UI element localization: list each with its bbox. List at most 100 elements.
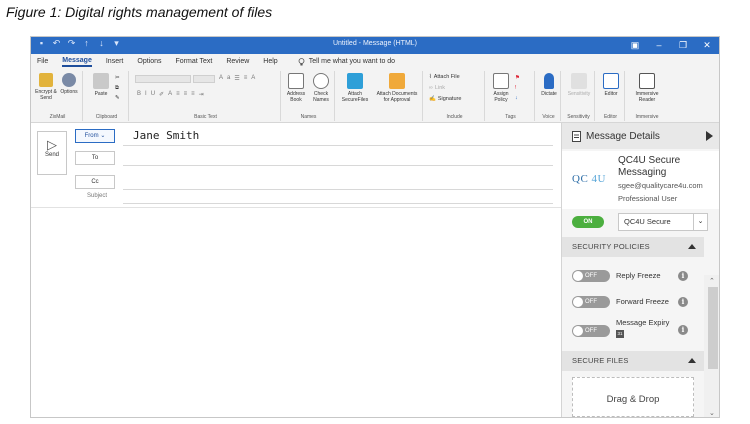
approval-document-icon <box>389 73 405 89</box>
scrollbar-thumb[interactable] <box>708 287 718 369</box>
underline-icon[interactable]: U <box>151 91 155 98</box>
clear-format-icon[interactable]: A <box>251 75 255 82</box>
cc-input[interactable] <box>123 189 553 190</box>
group-basic-text: A a ☰ ≡ A B I U ✐ A ≡ ≡ ≡ ⇥ Basic Text <box>131 71 281 121</box>
security-policies-header[interactable]: SECURITY POLICIES <box>562 237 704 257</box>
bold-icon[interactable]: B <box>137 91 141 98</box>
italic-icon[interactable]: I <box>145 91 147 98</box>
tell-me-text: Tell me what you want to do <box>308 58 396 65</box>
tab-insert[interactable]: Insert <box>106 58 124 65</box>
dictate-button[interactable]: Dictate <box>539 73 559 97</box>
info-icon[interactable]: i <box>678 325 688 335</box>
check-names-button[interactable]: Check Names <box>309 73 333 103</box>
gear-icon <box>62 73 76 87</box>
numbering-icon[interactable]: ≡ <box>244 75 248 82</box>
font-color-icon[interactable]: A <box>168 91 172 98</box>
sensitivity-icon <box>571 73 587 89</box>
bullets-icon[interactable]: ☰ <box>234 75 239 82</box>
group-editor: Editor Editor <box>597 71 625 121</box>
attach-file-button[interactable]: ⌇ Attach File <box>429 74 460 80</box>
high-importance-icon[interactable]: ! <box>515 85 517 91</box>
low-importance-icon[interactable]: ↓ <box>515 95 518 101</box>
info-icon[interactable]: i <box>678 271 688 281</box>
zixmail-options-button[interactable]: Options <box>57 73 81 95</box>
account-card: QC 4U QC4U Secure Messaging sgee@quality… <box>562 151 719 209</box>
group-include: ⌇ Attach File ∞ Link ✍ Signature Include <box>425 71 485 121</box>
highlight-icon[interactable]: ✐ <box>159 91 164 98</box>
security-on-toggle[interactable]: ON <box>572 216 604 228</box>
immersive-reader-button[interactable]: Immersive Reader <box>629 73 665 103</box>
figure-caption: Figure 1: Digital rights management of f… <box>6 4 273 20</box>
address-book-button[interactable]: Address Book <box>285 73 307 103</box>
from-button[interactable]: From ⌄ <box>75 129 115 143</box>
lightbulb-icon <box>298 57 305 65</box>
subject-input[interactable] <box>123 203 553 204</box>
product-name: QC4U Secure Messaging <box>618 155 681 178</box>
collapse-panel-icon[interactable] <box>706 131 713 141</box>
tab-file[interactable]: File <box>37 58 48 65</box>
panel-scrollbar[interactable]: ⌃ ⌄ <box>704 275 719 417</box>
grow-font-icon[interactable]: A <box>219 75 223 82</box>
send-arrow-icon: ▷ <box>47 137 57 152</box>
outlook-compose-window: ▪ ↶ ↷ ↑ ↓ ▾ Untitled - Message (HTML) ▣ … <box>30 36 720 418</box>
font-name-dropdown[interactable] <box>135 75 191 83</box>
scroll-down-icon[interactable]: ⌄ <box>709 409 715 417</box>
link-button[interactable]: ∞ Link <box>429 85 445 91</box>
flag-icon[interactable]: ⚑ <box>515 75 520 81</box>
send-button[interactable]: ▷ Send <box>37 131 67 175</box>
secure-file-icon <box>347 73 363 89</box>
security-toggle-row: ON QC4U Secure ⌄ <box>562 211 719 233</box>
cut-icon[interactable]: ✂ <box>115 75 120 81</box>
group-attach-secure: Attach SecureFiles Attach Documents for … <box>337 71 423 121</box>
secure-files-header[interactable]: SECURE FILES <box>562 351 704 371</box>
paperclip-icon: ⌇ <box>429 74 432 80</box>
to-button[interactable]: To <box>75 151 115 165</box>
group-voice: Dictate Voice <box>537 71 561 121</box>
group-sensitivity: Sensitivity Sensitivity <box>563 71 595 121</box>
message-details-header[interactable]: Message Details <box>562 123 719 149</box>
assign-policy-button[interactable]: Assign Policy <box>489 73 513 103</box>
paste-button[interactable]: Paste <box>89 73 113 97</box>
lock-envelope-icon <box>39 73 53 87</box>
attach-securefiles-button[interactable]: Attach SecureFiles <box>339 73 371 103</box>
font-size-dropdown[interactable] <box>193 75 215 83</box>
reply-freeze-toggle[interactable]: OFF <box>572 270 610 282</box>
tab-review[interactable]: Review <box>226 58 249 65</box>
encrypt-send-button[interactable]: Encrypt & Send <box>35 73 57 101</box>
format-painter-icon[interactable]: ✎ <box>115 95 120 101</box>
editor-button[interactable]: Editor <box>599 73 623 97</box>
close-button[interactable]: ✕ <box>699 38 715 52</box>
info-icon[interactable]: i <box>678 297 688 307</box>
forward-freeze-toggle[interactable]: OFF <box>572 296 610 308</box>
chevron-down-icon: ⌄ <box>693 214 707 230</box>
security-profile-select[interactable]: QC4U Secure ⌄ <box>618 213 708 231</box>
tab-format-text[interactable]: Format Text <box>176 58 213 65</box>
align-left-icon[interactable]: ≡ <box>176 91 180 98</box>
shrink-font-icon[interactable]: a <box>227 75 230 82</box>
signature-button[interactable]: ✍ Signature <box>429 96 461 102</box>
attach-documents-approval-button[interactable]: Attach Documents for Approval <box>373 73 421 103</box>
scroll-up-icon[interactable]: ⌃ <box>709 277 715 285</box>
indent-icon[interactable]: ⇥ <box>199 91 204 98</box>
calendar-icon[interactable]: 31 <box>616 330 624 338</box>
align-center-icon[interactable]: ≡ <box>184 91 188 98</box>
ribbon-tabs: File Message Insert Options Format Text … <box>31 54 719 69</box>
sensitivity-button[interactable]: Sensitivity <box>565 73 593 97</box>
align-right-icon[interactable]: ≡ <box>191 91 195 98</box>
tab-message[interactable]: Message <box>62 57 92 67</box>
minimize-button[interactable]: – <box>651 38 667 52</box>
message-expiry-toggle[interactable]: OFF <box>572 325 610 337</box>
cc-button[interactable]: Cc <box>75 175 115 189</box>
tab-help[interactable]: Help <box>263 58 277 65</box>
title-bar: ▪ ↶ ↷ ↑ ↓ ▾ Untitled - Message (HTML) ▣ … <box>31 37 719 54</box>
copy-icon[interactable]: ⧉ <box>115 85 119 92</box>
restore-button[interactable]: ❐ <box>675 38 691 52</box>
tab-options[interactable]: Options <box>137 58 161 65</box>
address-book-icon <box>288 73 304 89</box>
drag-drop-zone[interactable]: Drag & Drop <box>572 377 694 417</box>
user-role: Professional User <box>618 194 678 203</box>
to-input[interactable] <box>123 165 553 166</box>
tell-me-box[interactable]: Tell me what you want to do <box>298 57 396 66</box>
clipboard-icon <box>93 73 109 89</box>
ribbon-display-button[interactable]: ▣ <box>627 38 643 52</box>
